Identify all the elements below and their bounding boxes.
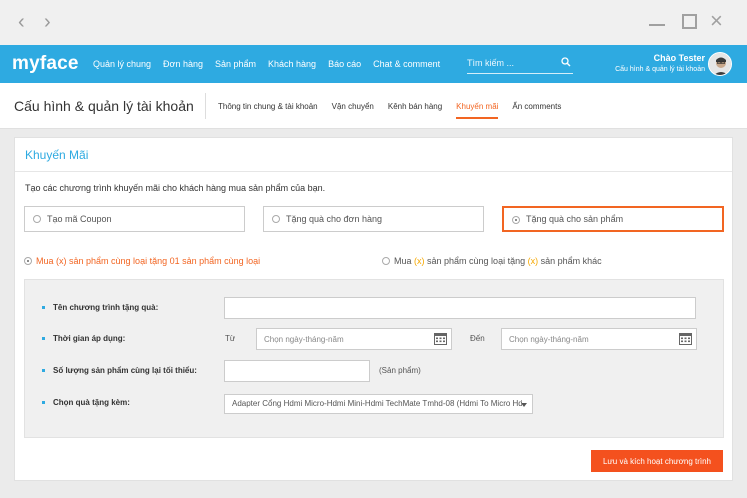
close-icon[interactable]: × <box>710 10 728 32</box>
program-name-input[interactable] <box>224 297 696 319</box>
greeting-text: Chào Tester <box>653 53 705 63</box>
calendar-icon[interactable] <box>434 332 447 345</box>
save-activate-button[interactable]: Lưu và kích hoạt chương trình <box>591 450 723 472</box>
suboption-other-product[interactable]: Mua (x) sản phẩm cùng loại tặng (x) sản … <box>382 256 602 266</box>
from-label: Từ <box>225 334 236 343</box>
menu-item-reports[interactable]: Báo cáo <box>328 59 361 69</box>
radio-selected-icon <box>512 216 520 224</box>
end-date-input[interactable] <box>501 328 697 350</box>
suboption-label-a-pre: Mua <box>36 256 57 266</box>
back-arrow-icon[interactable]: ‹ <box>18 12 34 32</box>
gift-form: Tên chương trình tặng quà: Thời gian áp … <box>24 279 724 438</box>
suboption-label-b-mid: sản phẩm cùng loại tặng <box>424 256 528 266</box>
user-avatar-icon <box>709 53 731 75</box>
radio-icon <box>33 215 41 223</box>
menu-item-customers[interactable]: Khách hàng <box>268 59 316 69</box>
gift-label: Chọn quà tặng kèm: <box>42 398 130 407</box>
window-titlebar: ‹ › × <box>0 0 747 45</box>
account-settings-link[interactable]: Cấu hình & quản lý tài khoản <box>615 66 705 73</box>
form-row-program-name: Tên chương trình tặng quà: <box>25 297 723 319</box>
maximize-icon[interactable] <box>682 14 697 29</box>
program-name-label: Tên chương trình tặng quà: <box>41 303 159 312</box>
min-qty-input[interactable] <box>224 360 370 382</box>
option-gift-product[interactable]: Tặng quà cho sản phẩm <box>502 206 724 232</box>
to-label: Đến <box>470 334 485 343</box>
app-window: ‹ › × myface Quản lý chung Đơn hàng Sản … <box>0 0 747 498</box>
option-label: Tạo mã Coupon <box>47 214 112 224</box>
main-menu: Quản lý chung Đơn hàng Sản phẩm Khách hà… <box>93 59 452 69</box>
gift-select[interactable]: Adapter Cổng Hdmi Micro-Hdmi Mini-Hdmi T… <box>224 394 533 414</box>
option-coupon[interactable]: Tạo mã Coupon <box>24 206 245 232</box>
card-description: Tạo các chương trình khuyến mãi cho khác… <box>25 183 326 193</box>
search-input[interactable] <box>467 54 557 72</box>
suboption-label-a-x: (x) <box>56 256 67 266</box>
suboption-label-b-post: sản phẩm khác <box>538 256 602 266</box>
tab-sales-channels[interactable]: Kênh bán hàng <box>388 102 442 119</box>
card-divider <box>15 171 732 172</box>
card-title: Khuyến Mãi <box>25 148 89 162</box>
form-row-min-qty: Số lượng sản phẩm cùng lại tối thiểu: (S… <box>25 360 723 382</box>
page-title: Cấu hình & quản lý tài khoản <box>14 98 194 114</box>
radio-icon <box>272 215 280 223</box>
menu-item-chat[interactable]: Chat & comment <box>373 59 440 69</box>
tab-promotions[interactable]: Khuyến mãi <box>456 102 499 119</box>
min-qty-label: Số lượng sản phẩm cùng lại tối thiểu: <box>42 366 197 375</box>
suboption-label-b-x1: (x) <box>414 256 425 266</box>
form-row-period: Thời gian áp dụng: Từ Đến <box>25 328 723 350</box>
chevron-down-icon <box>521 403 527 407</box>
calendar-icon[interactable] <box>679 332 692 345</box>
period-label: Thời gian áp dụng: <box>41 334 126 343</box>
search-icon[interactable] <box>561 57 571 67</box>
suboption-label-a-post: sản phẩm cùng loại tặng 01 sản phẩm cùng… <box>66 256 261 266</box>
forward-arrow-icon[interactable]: › <box>44 12 60 32</box>
form-row-gift: Chọn quà tặng kèm: Adapter Cổng Hdmi Mic… <box>25 394 723 416</box>
settings-tabs: Thông tin chung & tài khoản Vận chuyển K… <box>218 102 575 119</box>
option-label: Tặng quà cho đơn hàng <box>286 214 382 224</box>
menu-item-products[interactable]: Sản phẩm <box>215 59 256 69</box>
minimize-icon[interactable] <box>648 12 666 30</box>
suboption-label-b-x2: (x) <box>527 256 539 266</box>
top-navigation-bar: myface Quản lý chung Đơn hàng Sản phẩm K… <box>0 45 747 83</box>
brand-logo[interactable]: myface <box>12 53 79 75</box>
suboption-label-b-pre: Mua <box>394 256 415 266</box>
suboption-same-product[interactable]: Mua (x) sản phẩm cùng loại tặng 01 sản p… <box>24 256 260 266</box>
tab-hide-comments[interactable]: Ẩn comments <box>512 102 561 119</box>
radio-icon <box>382 257 390 265</box>
radio-selected-icon <box>24 257 32 265</box>
menu-item-general[interactable]: Quản lý chung <box>93 59 151 69</box>
search-box <box>467 54 573 74</box>
tab-shipping[interactable]: Vận chuyển <box>332 102 374 119</box>
settings-subheader: Cấu hình & quản lý tài khoản Thông tin c… <box>0 83 747 129</box>
option-gift-order[interactable]: Tặng quà cho đơn hàng <box>263 206 484 232</box>
avatar[interactable] <box>708 52 732 76</box>
menu-item-orders[interactable]: Đơn hàng <box>163 59 203 69</box>
min-qty-unit: (Sản phẩm) <box>379 366 421 375</box>
tab-general-account[interactable]: Thông tin chung & tài khoản <box>218 102 318 119</box>
gift-select-value: Adapter Cổng Hdmi Micro-Hdmi Mini-Hdmi T… <box>232 399 522 408</box>
option-label: Tặng quà cho sản phẩm <box>526 214 624 224</box>
start-date-input[interactable] <box>256 328 452 350</box>
user-greeting: Chào Tester Cấu hình & quản lý tài khoản <box>615 53 705 73</box>
title-divider <box>205 93 206 119</box>
promotion-card: Khuyến Mãi Tạo các chương trình khuyến m… <box>14 137 733 481</box>
